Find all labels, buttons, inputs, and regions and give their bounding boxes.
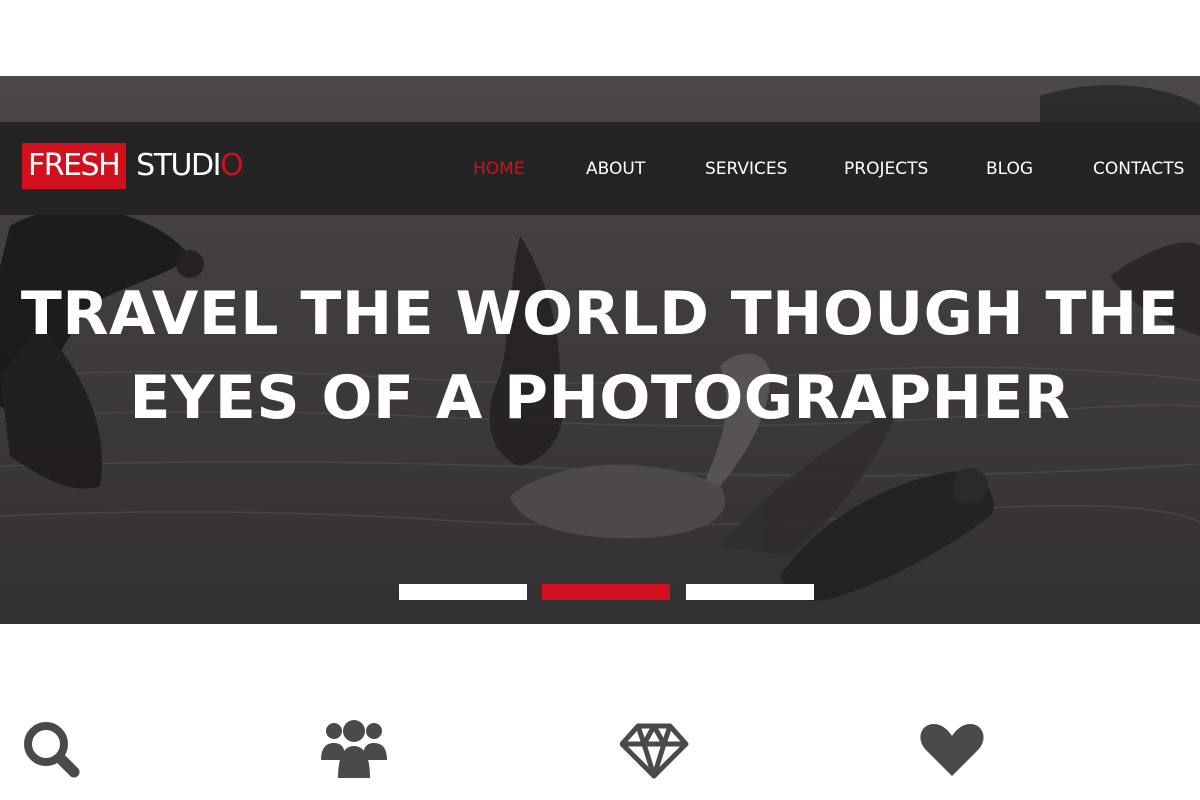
nav-item-blog[interactable]: BLOG — [986, 157, 1033, 181]
nav-item-home[interactable]: HOME — [473, 157, 525, 181]
nav-item-services[interactable]: SERVICES — [705, 157, 787, 181]
search-icon — [20, 716, 90, 782]
brand-logo[interactable]: FRESH STUDI O — [22, 143, 244, 189]
logo-box-text: FRESH — [22, 143, 127, 189]
diamond-icon — [620, 716, 690, 782]
logo-word-text: STUDI — [136, 148, 221, 183]
hero-headline: TRAVEL THE WORLD THOUGH THE EYES OF A PH… — [0, 272, 1200, 440]
heart-icon — [918, 716, 988, 782]
slider-indicator-2[interactable] — [542, 584, 670, 600]
nav-item-contacts[interactable]: CONTACTS — [1093, 157, 1184, 181]
nav-item-projects[interactable]: PROJECTS — [844, 157, 928, 181]
nav-item-about[interactable]: ABOUT — [586, 157, 645, 181]
main-navbar: FRESH STUDI O HOME ABOUT SERVICES PROJECT… — [0, 122, 1200, 215]
users-icon — [320, 716, 390, 782]
hero-headline-line-2: EYES OF A PHOTOGRAPHER — [129, 363, 1071, 433]
slider-indicator-1[interactable] — [399, 584, 527, 600]
slider-indicator-3[interactable] — [686, 584, 814, 600]
hero-headline-line-1: TRAVEL THE WORLD THOUGH THE — [20, 279, 1180, 349]
hero-section: FRESH STUDI O HOME ABOUT SERVICES PROJECT… — [0, 76, 1200, 624]
logo-accent-letter: O — [219, 148, 244, 183]
